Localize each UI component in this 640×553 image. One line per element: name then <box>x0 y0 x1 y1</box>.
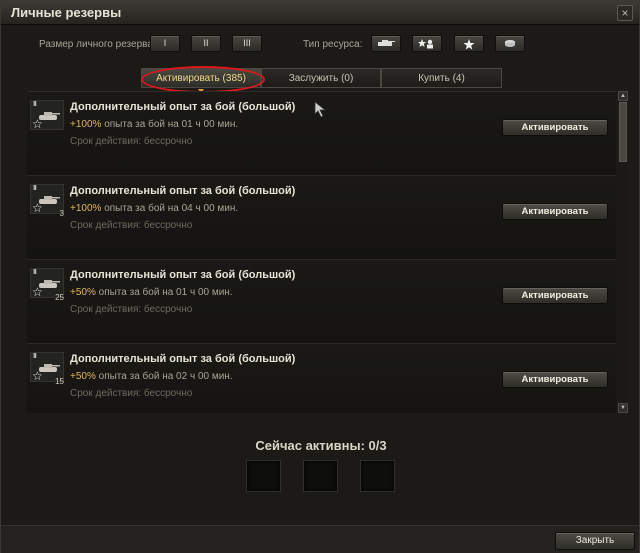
tier-label: III <box>33 269 37 276</box>
close-button[interactable]: Закрыть <box>555 532 635 550</box>
list-item: III ☆ 25 Дополнительный опыт за бой (бол… <box>27 260 616 344</box>
activate-button[interactable]: Активировать <box>502 119 608 136</box>
window-close-icon[interactable]: × <box>617 5 633 21</box>
filter-crew-xp-button[interactable] <box>412 35 442 52</box>
filter-tank-xp-button[interactable] <box>371 35 401 52</box>
item-pct: +100% <box>70 203 102 214</box>
item-desc-text: опыта за бой на 04 ч 00 мин. <box>101 203 239 214</box>
list-item: III ☆ 3 Дополнительный опыт за бой (боль… <box>27 176 616 260</box>
crew-xp-icon <box>418 39 433 49</box>
tab-earn[interactable]: Заслужить (0) <box>261 68 381 88</box>
size-filter-2-button[interactable]: II <box>191 35 221 52</box>
filter-bar: Размер личного резерва: I II III Тип рес… <box>1 33 639 55</box>
reserve-icon: III ☆ 15 <box>30 352 64 386</box>
star-icon: ☆ <box>32 201 43 215</box>
scroll-thumb[interactable] <box>619 102 627 162</box>
item-desc: +50% опыта за бой на 02 ч 00 мин. <box>70 371 233 382</box>
reserve-icon: III ☆ 3 <box>30 184 64 218</box>
star-icon: ☆ <box>32 117 43 131</box>
item-desc-text: опыта за бой на 01 ч 00 мин. <box>101 119 239 130</box>
item-duration: Срок действия: бессрочно <box>70 388 193 399</box>
item-desc: +100% опыта за бой на 04 ч 00 мин. <box>70 203 238 214</box>
item-desc: +100% опыта за бой на 01 ч 00 мин. <box>70 119 238 130</box>
active-reserves-title: Сейчас активны: 0/3 <box>255 438 387 453</box>
personal-reserves-window: Личные резервы × Размер личного резерва:… <box>0 0 640 553</box>
activate-button[interactable]: Активировать <box>502 371 608 388</box>
item-pct: +50% <box>70 371 96 382</box>
activate-button[interactable]: Активировать <box>502 287 608 304</box>
tier-label: III <box>33 101 37 108</box>
scroll-up-icon[interactable]: ▲ <box>618 91 628 101</box>
annotation-circle <box>141 66 265 93</box>
tab-buy-label: Купить (4) <box>418 73 465 84</box>
tab-buy[interactable]: Купить (4) <box>381 68 502 88</box>
list-item: III ☆ 15 Дополнительный опыт за бой (бол… <box>27 344 616 413</box>
free-xp-star-icon <box>463 39 475 50</box>
tank-xp-icon <box>378 40 395 46</box>
scroll-down-icon[interactable]: ▼ <box>618 403 628 413</box>
footer-bar: Закрыть <box>1 525 639 553</box>
item-name: Дополнительный опыт за бой (большой) <box>70 353 296 365</box>
active-slot[interactable] <box>246 460 281 492</box>
list-scrollbar[interactable]: ▲ ▼ <box>618 91 628 413</box>
size-filter-label: Размер личного резерва: <box>39 39 156 50</box>
item-count: 15 <box>55 377 64 386</box>
item-duration: Срок действия: бессрочно <box>70 136 193 147</box>
activate-button[interactable]: Активировать <box>502 203 608 220</box>
tier-label: III <box>33 185 37 192</box>
mouse-cursor-icon <box>314 101 327 118</box>
active-slot[interactable] <box>303 460 338 492</box>
star-icon: ☆ <box>32 369 43 383</box>
tier-label: III <box>33 353 37 360</box>
item-pct: +50% <box>70 287 96 298</box>
star-icon: ☆ <box>32 285 43 299</box>
item-desc-text: опыта за бой на 02 ч 00 мин. <box>95 371 233 382</box>
item-count: 25 <box>55 293 64 302</box>
item-name: Дополнительный опыт за бой (большой) <box>70 101 296 113</box>
item-name: Дополнительный опыт за бой (большой) <box>70 269 296 281</box>
active-slot[interactable] <box>360 460 395 492</box>
window-title: Личные резервы <box>11 5 122 20</box>
item-name: Дополнительный опыт за бой (большой) <box>70 185 296 197</box>
type-filter-label: Тип ресурса: <box>303 39 363 50</box>
reserve-icon: III ☆ 25 <box>30 268 64 302</box>
tab-earn-label: Заслужить (0) <box>288 73 354 84</box>
item-desc-text: опыта за бой на 01 ч 00 мин. <box>95 287 233 298</box>
title-bar: Личные резервы × <box>1 1 639 25</box>
filter-credits-button[interactable] <box>495 35 525 52</box>
item-desc: +50% опыта за бой на 01 ч 00 мин. <box>70 287 233 298</box>
size-filter-1-button[interactable]: I <box>150 35 180 52</box>
size-filter-3-button[interactable]: III <box>232 35 262 52</box>
item-pct: +100% <box>70 119 102 130</box>
reserves-list: III ☆ Дополнительный опыт за бой (большо… <box>27 91 616 413</box>
reserve-icon: III ☆ <box>30 100 64 131</box>
filter-free-xp-button[interactable] <box>454 35 484 52</box>
item-duration: Срок действия: бессрочно <box>70 304 193 315</box>
item-duration: Срок действия: бессрочно <box>70 220 193 231</box>
credits-icon <box>505 40 515 47</box>
item-count: 3 <box>59 209 64 218</box>
